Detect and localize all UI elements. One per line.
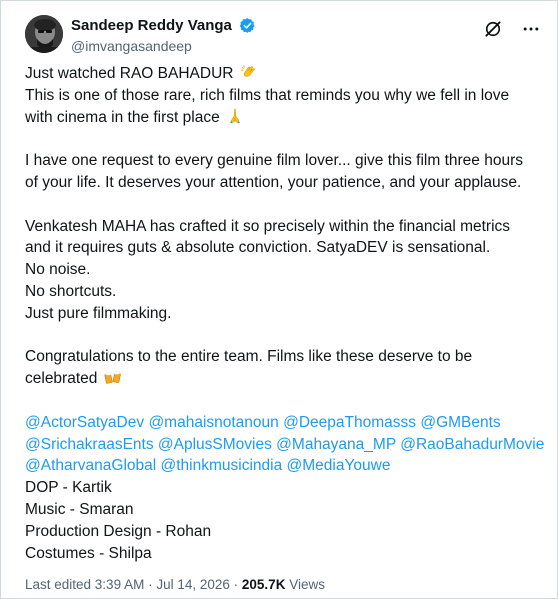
mention-link[interactable]: @AplusSMovies xyxy=(158,436,272,453)
tweet-line: and it requires guts & absolute convicti… xyxy=(25,237,545,259)
tweet-line: Venkatesh MAHA has crafted it so precise… xyxy=(25,216,545,238)
tweet-line: This is one of those rare, rich films th… xyxy=(25,85,545,107)
views-label: Views xyxy=(285,577,325,592)
tweet-date[interactable]: Jul 14, 2026 xyxy=(156,577,230,592)
tweet-line-text: I have one request to every genuine film… xyxy=(25,152,523,170)
tweet-line-text: DOP - Kartik xyxy=(25,479,112,497)
mention-link[interactable]: @ActorSatyaDev xyxy=(25,414,144,431)
tweet-line-text: No noise. xyxy=(25,261,91,279)
tweet-line-text: and it requires guts & absolute convicti… xyxy=(25,239,491,257)
tweet-line: No noise. xyxy=(25,259,545,281)
mentions-line: @ActorSatyaDev @mahaisnotanoun @DeepaTho… xyxy=(25,412,545,434)
tweet-line: with cinema in the first place xyxy=(25,107,545,129)
mention-link[interactable]: @AtharvanaGlobal xyxy=(25,457,156,474)
tweet-line-text: This is one of those rare, rich films th… xyxy=(25,86,510,104)
mention-link[interactable]: @MediaYouwe xyxy=(287,457,391,474)
tweet-line-text: Costumes - Shilpa xyxy=(25,544,152,562)
tweet-line-text: Music - Smaran xyxy=(25,500,134,518)
tweet-line: Production Design - Rohan xyxy=(25,521,545,543)
meta-separator: · xyxy=(144,577,157,592)
tweet-line: Just pure filmmaking. xyxy=(25,303,545,325)
tweet-line: Costumes - Shilpa xyxy=(25,543,545,565)
mentions-line: @AtharvanaGlobal @thinkmusicindia @Media… xyxy=(25,455,545,477)
mention-link[interactable]: @DeepaThomasss xyxy=(283,414,416,431)
author-handle[interactable]: @imvangasandeep xyxy=(71,37,256,55)
avatar-photo xyxy=(25,15,63,53)
mention-link[interactable]: @SrichakraasEnts xyxy=(25,436,154,453)
tweet-line-text: of your life. It deserves your attention… xyxy=(25,173,522,191)
author-display-name[interactable]: Sandeep Reddy Vanga xyxy=(71,16,232,35)
tweet-card: Sandeep Reddy Vanga @imvangasandeep Just… xyxy=(0,0,558,599)
tweet-meta: Last edited 3:39 AM · Jul 14, 2026 · 205… xyxy=(25,576,325,594)
clapping-hands-icon xyxy=(240,63,258,81)
folded-hands-icon xyxy=(226,107,244,125)
mention-link[interactable]: @Mahayana_MP xyxy=(276,436,396,453)
tweet-line-text: Just watched RAO BAHADUR xyxy=(25,65,238,82)
tweet-line-text: Just pure filmmaking. xyxy=(25,304,172,322)
edited-timestamp[interactable]: Last edited 3:39 AM xyxy=(25,577,144,592)
avatar[interactable] xyxy=(25,15,63,53)
mention-link[interactable]: @mahaisnotanoun xyxy=(148,414,278,431)
tweet-header: Sandeep Reddy Vanga @imvangasandeep xyxy=(25,15,541,57)
author-info[interactable]: Sandeep Reddy Vanga @imvangasandeep xyxy=(71,16,256,55)
tweet-line: Music - Smaran xyxy=(25,499,545,521)
tweet-line: No shortcuts. xyxy=(25,281,545,303)
mention-link[interactable]: @RaoBahadurMovie xyxy=(400,436,544,453)
tweet-line-text: celebrated xyxy=(25,370,102,388)
mentions-line: @SrichakraasEnts @AplusSMovies @Mahayana… xyxy=(25,434,545,456)
tweet-line: celebrated xyxy=(25,368,545,390)
tweet-line-text: No shortcuts. xyxy=(25,282,117,300)
header-actions xyxy=(483,19,541,39)
tweet-line-text: Venkatesh MAHA has crafted it so precise… xyxy=(25,217,511,235)
tweet-line: of your life. It deserves your attention… xyxy=(25,172,545,194)
tweet-line: DOP - Kartik xyxy=(25,477,545,499)
meta-separator-2: · xyxy=(229,577,242,592)
more-options-icon[interactable] xyxy=(521,19,541,39)
tweet-line-text: Production Design - Rohan xyxy=(25,522,212,540)
clinking-beer-mugs-icon xyxy=(104,368,122,386)
verified-badge-icon xyxy=(240,18,255,33)
tweet-line: Congratulations to the entire team. Film… xyxy=(25,346,545,368)
tweet-line-text: with cinema in the first place xyxy=(25,108,225,126)
views-count[interactable]: 205.7K xyxy=(242,577,286,592)
tweet-line: I have one request to every genuine film… xyxy=(25,150,545,172)
tweet-line: Just watched RAO BAHADUR xyxy=(25,63,545,85)
mention-link[interactable]: @GMBents xyxy=(420,414,500,431)
mention-link[interactable]: @thinkmusicindia xyxy=(161,457,283,474)
tweet-line-text: Congratulations to the entire team. Film… xyxy=(25,348,473,366)
tweet-text: Just watched RAO BAHADUR This is one of … xyxy=(25,63,545,564)
grok-icon[interactable] xyxy=(483,19,503,39)
